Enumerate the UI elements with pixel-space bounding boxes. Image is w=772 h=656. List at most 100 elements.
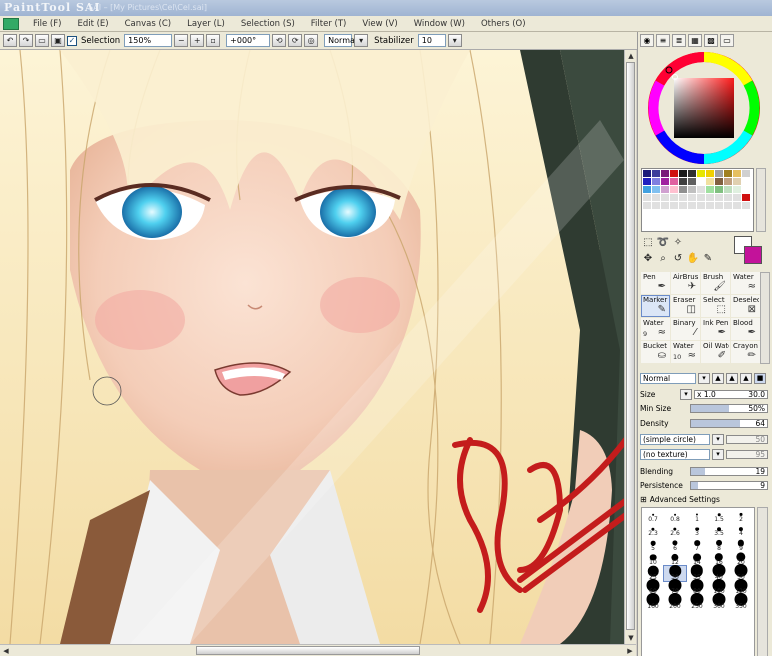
color-swatch[interactable] (679, 186, 688, 194)
magic-wand-icon[interactable]: ✧ (671, 235, 685, 250)
color-swatch[interactable] (688, 194, 697, 202)
persistence-slider[interactable]: 9 (690, 481, 768, 490)
brush-size-option[interactable]: 160 (642, 593, 664, 610)
color-swatch[interactable] (706, 194, 715, 202)
color-swatch[interactable] (697, 178, 706, 186)
scroll-right-icon[interactable]: ▶ (625, 646, 635, 656)
brush-shape-square-icon[interactable]: ■ (754, 373, 766, 384)
swatches-tab-icon[interactable]: ▩ (704, 34, 718, 47)
zoom-out-icon[interactable]: − (174, 34, 189, 47)
brush-tool-eraser[interactable]: Eraser ◫ (671, 295, 700, 317)
color-swatch[interactable] (643, 186, 652, 194)
brush-tool-marker[interactable]: Marker ✎ (641, 295, 670, 317)
color-swatch[interactable] (679, 178, 688, 186)
menu-edit[interactable]: Edit (E) (69, 19, 116, 29)
lasso-icon[interactable]: ➰ (656, 235, 670, 250)
brush-tool-crayon[interactable]: Crayon ✏ (731, 341, 760, 363)
blend-dropdown-icon[interactable]: ▾ (698, 373, 710, 384)
brush-tool-oil-water[interactable]: Oil Water✐ (701, 341, 730, 363)
color-swatch[interactable] (679, 170, 688, 178)
brush-texture-select[interactable]: (no texture) (640, 449, 710, 460)
rotate-icon[interactable]: ↺ (671, 251, 685, 266)
menu-view[interactable]: View (V) (354, 19, 405, 29)
secondary-color-swatch[interactable] (744, 246, 762, 264)
horizontal-scroll-thumb[interactable] (196, 646, 420, 655)
brush-shape-select[interactable]: (simple circle) (640, 434, 710, 445)
rgb-slider-tab-icon[interactable]: ≡ (656, 34, 670, 47)
menu-others[interactable]: Others (O) (473, 19, 534, 29)
scroll-left-icon[interactable]: ◀ (1, 646, 11, 656)
color-swatch[interactable] (661, 178, 670, 186)
swatch-scrollbar[interactable] (756, 168, 766, 232)
brush-size-option[interactable]: 8 (708, 537, 730, 552)
color-swatch[interactable] (742, 202, 751, 210)
color-swatch[interactable] (742, 186, 751, 194)
menu-canvas[interactable]: Canvas (C) (117, 19, 179, 29)
color-swatch[interactable] (733, 202, 742, 210)
color-swatch[interactable] (733, 186, 742, 194)
brush-size-option[interactable]: 6 (664, 537, 686, 552)
menu-file[interactable]: File (F) (25, 19, 69, 29)
scroll-down-icon[interactable]: ▼ (626, 633, 636, 643)
brush-size-option[interactable]: 3 (686, 523, 708, 537)
advanced-settings-label[interactable]: Advanced Settings (650, 495, 720, 504)
drawing-canvas[interactable] (0, 50, 624, 644)
blend-mode-select[interactable]: Normal (640, 373, 696, 384)
brush-tool-select[interactable]: Select ⬚ (701, 295, 730, 317)
deselect-icon[interactable]: ▭ (35, 34, 49, 47)
zoom-icon[interactable]: ⌕ (656, 251, 670, 266)
canvas-horizontal-scrollbar[interactable]: ◀ ▶ (0, 644, 636, 656)
brush-size-option[interactable]: 10 (642, 552, 664, 566)
stabilizer-dropdown-icon[interactable]: ▾ (447, 34, 462, 47)
brush-size-option[interactable]: 2.3 (642, 523, 664, 537)
color-swatch[interactable] (697, 170, 706, 178)
rotation-field[interactable]: +000° (226, 34, 271, 47)
hsv-slider-tab-icon[interactable]: ≣ (672, 34, 686, 47)
color-swatch[interactable] (724, 202, 733, 210)
color-swatch[interactable] (724, 194, 733, 202)
brush-size-option[interactable]: 2.6 (664, 523, 686, 537)
zoom-in-icon[interactable]: + (190, 34, 205, 47)
brush-shape-soft-icon[interactable]: ▲ (712, 373, 724, 384)
color-swatch[interactable] (688, 202, 697, 210)
palette-tab-icon[interactable]: ▦ (688, 34, 702, 47)
brush-size-option[interactable]: 4 (730, 523, 752, 537)
color-swatch[interactable] (742, 194, 751, 202)
brush-tool-airbrush[interactable]: AirBrush ✈ (671, 272, 700, 294)
brush-size-option[interactable]: 300 (708, 593, 730, 610)
color-swatch[interactable] (661, 186, 670, 194)
color-swatch[interactable] (697, 194, 706, 202)
rect-select-icon[interactable]: ⬚ (641, 235, 655, 250)
color-wheel[interactable] (642, 50, 762, 165)
brush-tool-water[interactable]: Water ≈ (731, 272, 760, 294)
app-icon[interactable] (3, 17, 19, 30)
zoom-field[interactable]: 150% (124, 34, 173, 47)
brush-tool-blood[interactable]: Blood ✒ (731, 318, 760, 340)
color-swatch[interactable] (724, 178, 733, 186)
brush-size-option[interactable]: 2 (730, 508, 752, 523)
color-swatch[interactable] (733, 178, 742, 186)
color-swatch[interactable] (715, 202, 724, 210)
color-swatch[interactable] (715, 186, 724, 194)
invert-selection-icon[interactable]: ▣ (51, 34, 65, 47)
color-swatch[interactable] (670, 186, 679, 194)
brush-size-option[interactable]: 9 (730, 537, 752, 552)
color-swatch[interactable] (697, 202, 706, 210)
undo-icon[interactable]: ↶ (3, 34, 17, 47)
brush-shape-medium-icon[interactable]: ▲ (726, 373, 738, 384)
rotate-right-icon[interactable]: ⟳ (288, 34, 303, 47)
min-size-slider[interactable]: 50% (690, 404, 768, 413)
color-swatch[interactable] (643, 170, 652, 178)
mode-dropdown-icon[interactable]: ▾ (354, 34, 369, 47)
color-swatch[interactable] (724, 170, 733, 178)
brush-tool-bucket[interactable]: Bucket ⛀ (641, 341, 670, 363)
blank-tool-icon[interactable] (686, 235, 700, 250)
color-swatch[interactable] (643, 194, 652, 202)
color-swatch[interactable] (733, 170, 742, 178)
brush-size-option[interactable]: 200 (664, 593, 686, 610)
color-swatch[interactable] (688, 170, 697, 178)
color-swatch[interactable] (706, 170, 715, 178)
menu-selection[interactable]: Selection (S) (233, 19, 303, 29)
color-swatch[interactable] (661, 194, 670, 202)
color-swatch[interactable] (643, 202, 652, 210)
